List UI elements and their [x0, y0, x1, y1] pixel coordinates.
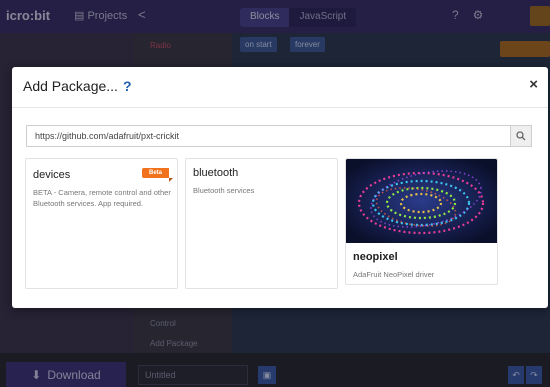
package-title: bluetooth: [193, 167, 239, 179]
package-card-devices[interactable]: devices Beta BETA - Camera, remote contr…: [25, 158, 178, 289]
package-title: neopixel: [353, 251, 398, 263]
add-package-dialog: Add Package...? × devices Beta BETA - Ca…: [12, 67, 548, 308]
beta-badge: Beta: [141, 168, 174, 182]
package-description: AdaFruit NeoPixel driver: [353, 270, 435, 279]
package-description: BETA - Camera, remote control and other …: [33, 188, 171, 208]
help-icon[interactable]: ?: [123, 78, 132, 94]
neopixel-photo: [346, 159, 497, 243]
dialog-title: Add Package...?: [23, 78, 132, 94]
search-icon: [516, 131, 526, 141]
neopixel-image: [346, 159, 497, 243]
close-icon[interactable]: ×: [529, 76, 538, 93]
package-description: Bluetooth services: [193, 186, 255, 195]
package-card-bluetooth[interactable]: bluetooth Bluetooth services: [185, 158, 338, 289]
package-search-input[interactable]: [26, 125, 510, 147]
package-search: [26, 125, 532, 147]
package-title: devices: [33, 169, 71, 181]
package-card-neopixel[interactable]: neopixel AdaFruit NeoPixel driver: [345, 158, 498, 285]
dialog-title-text: Add Package...: [23, 78, 118, 94]
search-button[interactable]: [510, 125, 532, 147]
dialog-header: Add Package...? ×: [12, 67, 548, 108]
